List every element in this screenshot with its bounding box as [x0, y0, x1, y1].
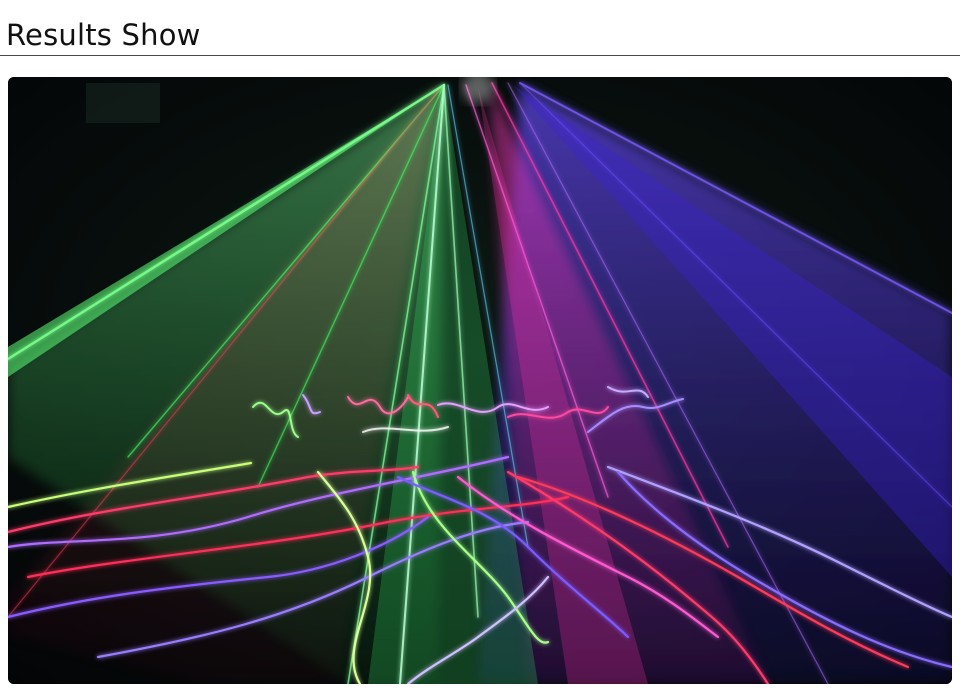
title-divider [0, 55, 960, 56]
laser-show-image [8, 77, 952, 684]
laser-show-photo [8, 77, 952, 684]
section-title: Results Show [6, 18, 201, 52]
